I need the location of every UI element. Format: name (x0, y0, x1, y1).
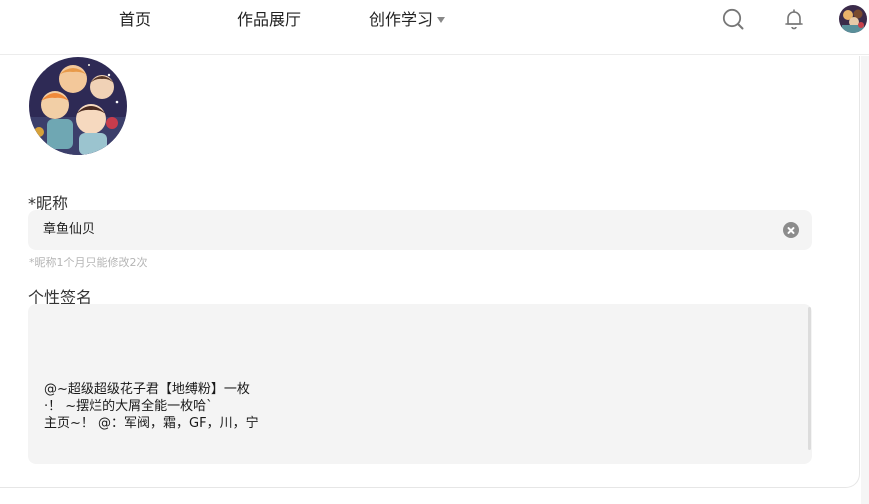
nickname-field[interactable] (28, 210, 812, 250)
nickname-hint: *昵称1个月只能修改2次 (29, 256, 148, 269)
top-nav-bar: 首页 作品展厅 创作学习 (0, 0, 869, 55)
signature-line: @~超级超级花子君【地缚粉】一枚 (44, 382, 250, 397)
nav-home-link[interactable]: 首页 (119, 6, 151, 30)
signature-textarea[interactable]: @~超级超级花子君【地缚粉】一枚 ·！ ~摆烂的大屑全能一枚哈` 主页~！ @：… (28, 304, 812, 464)
page-scrollbar-track[interactable] (861, 56, 869, 504)
signature-line: 主页~！ @：军阀，霜，GF，川，宁 (44, 416, 259, 431)
nav-learn-label: 创作学习 (369, 10, 434, 29)
search-icon[interactable] (721, 7, 745, 31)
chevron-down-icon (437, 16, 446, 23)
bell-icon[interactable] (782, 7, 806, 31)
nav-learn-menu[interactable]: 创作学习 (369, 6, 446, 30)
signature-text: @~超级超级花子君【地缚粉】一枚 ·！ ~摆烂的大屑全能一枚哈` 主页~！ @：… (44, 381, 259, 432)
textarea-scrollbar[interactable] (808, 307, 811, 450)
nickname-input[interactable] (43, 210, 763, 250)
clear-icon[interactable] (783, 222, 799, 238)
user-avatar[interactable] (839, 5, 867, 33)
nav-gallery-link[interactable]: 作品展厅 (237, 6, 301, 30)
profile-avatar[interactable] (29, 57, 127, 155)
signature-line: ·！ ~摆烂的大屑全能一枚哈` (44, 399, 213, 414)
